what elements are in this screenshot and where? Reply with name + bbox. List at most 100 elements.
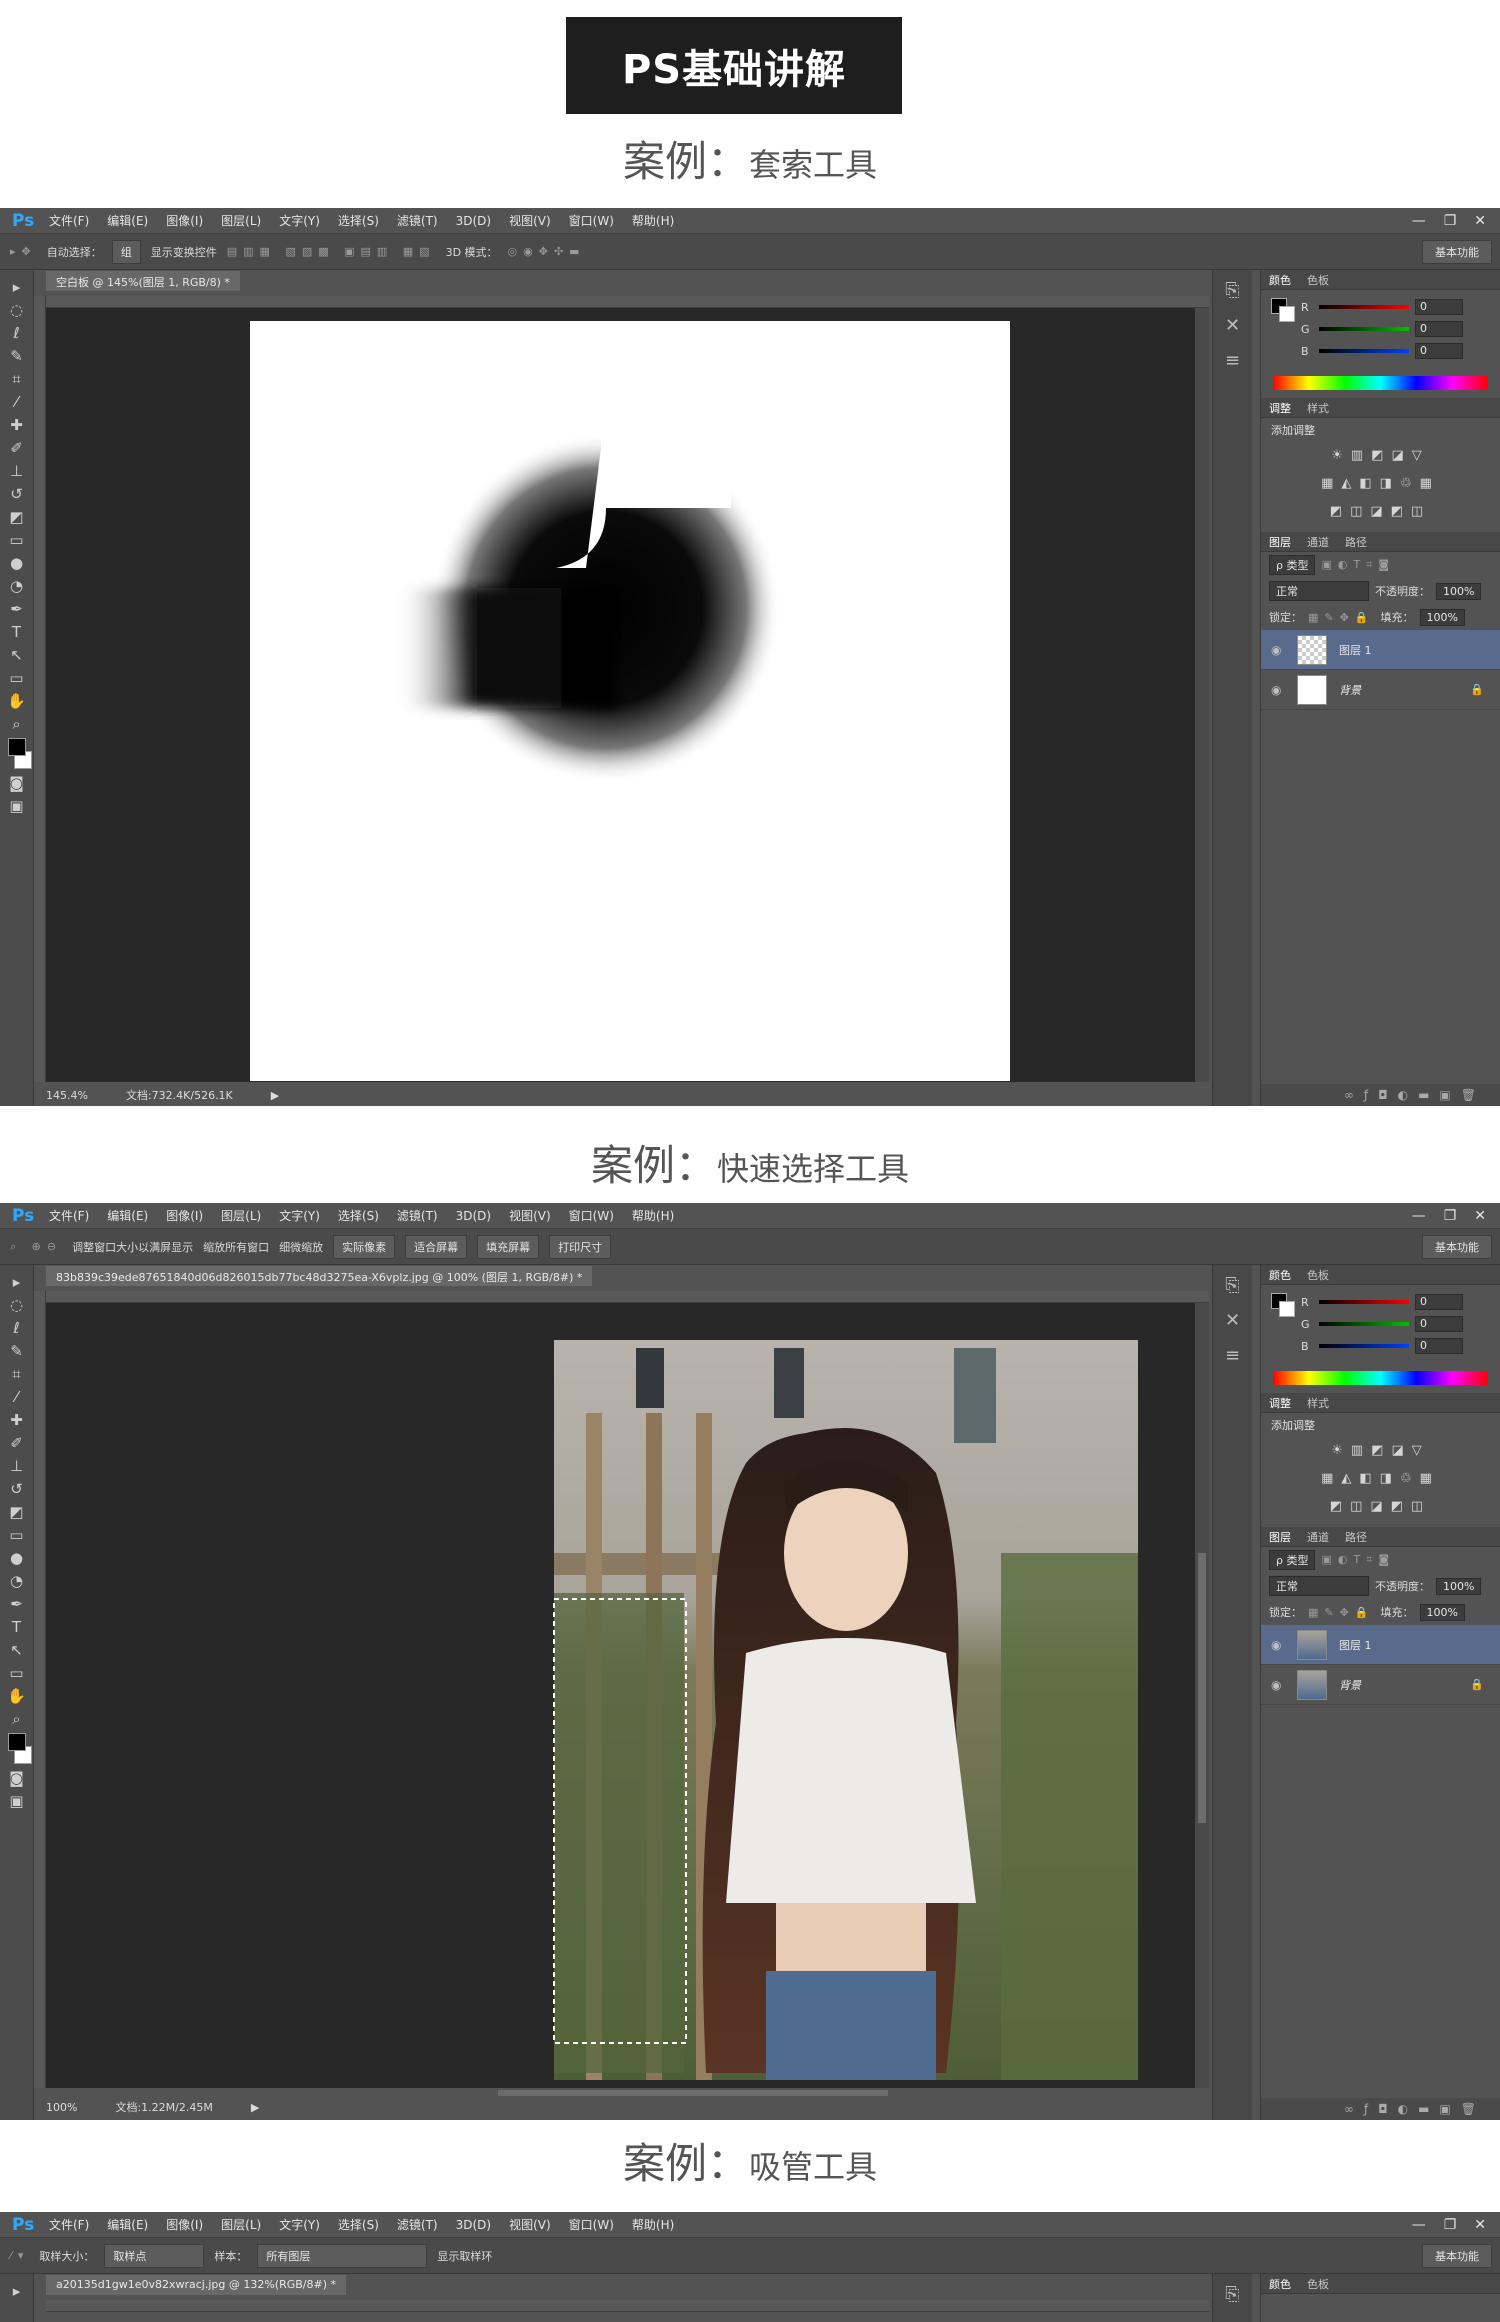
blend-mode-select[interactable]: 正常 [1269,581,1369,601]
path-select-icon[interactable]: ↖ [10,1641,23,1659]
screen-mode-icon[interactable]: ▣ [9,1792,23,1810]
menu-filter[interactable]: 滤镜(T) [388,212,447,229]
restore-button[interactable]: ❐ [1444,213,1457,229]
red-value[interactable]: 0 [1415,1294,1463,1310]
zoom-level[interactable]: 145.4% [46,1089,88,1102]
red-slider[interactable] [1319,1300,1409,1304]
layer-row-background[interactable]: ◉ 背景 🔒 [1261,670,1500,710]
visibility-eye-icon[interactable]: ◉ [1271,1678,1285,1692]
menu-file[interactable]: 文件(F) [40,212,98,229]
history-panel-icon[interactable]: ⎘ [1225,2284,1239,2305]
quick-mask-icon[interactable]: ◙ [9,774,24,792]
lasso-tool-icon[interactable]: ℓ [13,324,19,342]
quick-select-tool-icon[interactable]: ✎ [10,347,23,365]
fill-value[interactable]: 100% [1419,1603,1465,1621]
tab-styles[interactable]: 样式 [1307,1395,1329,1411]
layer-kind-filter[interactable]: ρ 类型 [1269,1550,1316,1570]
blend-mode-select[interactable]: 正常 [1269,1576,1369,1596]
tab-channels[interactable]: 通道 [1307,1529,1329,1545]
menu-type[interactable]: 文字(Y) [270,1207,329,1224]
minimize-button[interactable]: — [1412,213,1426,229]
menu-view[interactable]: 视图(V) [500,212,560,229]
healing-tool-icon[interactable]: ✚ [10,1411,23,1429]
fill-value[interactable]: 100% [1419,608,1465,626]
resize-windows-checkbox[interactable]: 调整窗口大小以满屏显示 [72,1239,193,1255]
tools-preset-icon[interactable]: ✕ [1225,315,1240,336]
3d-mode-icons[interactable]: ◎◉✥✣▬ [508,245,586,258]
minimize-button[interactable]: — [1412,1208,1426,1224]
tab-color[interactable]: 颜色 [1269,2276,1291,2292]
foreground-color-swatch[interactable] [7,1733,26,1751]
pen-tool-icon[interactable]: ✒ [10,1595,23,1613]
move-tool-icon[interactable]: ▸ [13,278,21,296]
menu-view[interactable]: 视图(V) [500,2216,560,2233]
tab-paths[interactable]: 路径 [1345,1529,1367,1545]
history-brush-icon[interactable]: ↺ [10,1480,23,1498]
eyedropper-tool-icon[interactable]: ⁄ [15,393,18,411]
close-button[interactable]: ✕ [1474,213,1486,229]
fit-screen-button[interactable]: 适合屏幕 [405,1234,468,1259]
print-size-button[interactable]: 打印尺寸 [549,1234,612,1259]
hand-tool-icon[interactable]: ✋ [7,692,26,710]
blue-slider[interactable] [1319,349,1409,353]
layer-filter-icons[interactable]: ▣◐T⌗◙ [1321,1553,1395,1567]
tab-adjustments[interactable]: 调整 [1269,400,1291,416]
menu-file[interactable]: 文件(F) [40,2216,98,2233]
tab-adjustments[interactable]: 调整 [1269,1395,1291,1411]
close-button[interactable]: ✕ [1474,2217,1486,2233]
layer-row-1[interactable]: ◉ 图层 1 [1261,1625,1500,1665]
lasso-tool-icon[interactable]: ℓ [13,1319,19,1337]
menu-3d[interactable]: 3D(D) [447,1209,500,1223]
opacity-value[interactable]: 100% [1436,1577,1482,1595]
menu-window[interactable]: 窗口(W) [560,1207,623,1224]
hand-tool-icon[interactable]: ✋ [7,1687,26,1705]
adjustment-icons[interactable]: ☀▥◩◪▽ ▦◭◧◨♲▦ ◩◫◪◩◫ [1261,442,1500,526]
layer-row-1[interactable]: ◉ 图层 1 [1261,630,1500,670]
layers-panel-actions[interactable]: ∞ƒ◘◐▬▣🗑 [1261,1084,1500,1106]
blue-value[interactable]: 0 [1415,1338,1463,1354]
zoom-tool-icon[interactable]: ⌕ ⊕⊖ [10,1240,62,1254]
shape-tool-icon[interactable]: ▭ [9,1664,23,1682]
quick-mask-icon[interactable]: ◙ [9,1769,24,1787]
sample-dropdown[interactable]: 所有图层 [257,2243,428,2268]
lock-icons[interactable]: ▦✎✥🔒 [1308,1606,1375,1619]
dodge-tool-icon[interactable]: ◔ [10,577,23,595]
layer-kind-filter[interactable]: ρ 类型 [1269,555,1316,575]
menu-edit[interactable]: 编辑(E) [98,1207,157,1224]
dodge-tool-icon[interactable]: ◔ [10,1572,23,1590]
history-panel-icon[interactable]: ⎘ [1225,1275,1239,1296]
status-arrow-icon[interactable]: ▶ [271,1089,279,1102]
menu-select[interactable]: 选择(S) [329,2216,388,2233]
screen-mode-icon[interactable]: ▣ [9,797,23,815]
menu-3d[interactable]: 3D(D) [447,2218,500,2232]
type-tool-icon[interactable]: T [12,623,21,641]
bg-swatch[interactable] [1279,306,1295,322]
close-button[interactable]: ✕ [1474,1208,1486,1224]
menu-3d[interactable]: 3D(D) [447,214,500,228]
menu-type[interactable]: 文字(Y) [270,212,329,229]
menu-help[interactable]: 帮助(H) [623,1207,683,1224]
layer-row-background[interactable]: ◉ 背景 🔒 [1261,1665,1500,1705]
menu-layer[interactable]: 图层(L) [212,2216,270,2233]
tab-channels[interactable]: 通道 [1307,534,1329,550]
pen-tool-icon[interactable]: ✒ [10,600,23,618]
stamp-tool-icon[interactable]: ⊥ [10,1457,23,1475]
menu-edit[interactable]: 编辑(E) [98,212,157,229]
path-select-icon[interactable]: ↖ [10,646,23,664]
type-tool-icon[interactable]: T [12,1618,21,1636]
move-tool-icon[interactable]: ▸ [13,2282,21,2300]
menu-file[interactable]: 文件(F) [40,1207,98,1224]
menu-edit[interactable]: 编辑(E) [98,2216,157,2233]
document-tab[interactable]: 83b839c39ede87651840d06d826015db77bc48d3… [46,1266,593,1286]
blur-tool-icon[interactable]: ● [10,554,23,572]
adjustment-icons[interactable]: ☀▥◩◪▽ ▦◭◧◨♲▦ ◩◫◪◩◫ [1261,1437,1500,1521]
visibility-eye-icon[interactable]: ◉ [1271,1638,1285,1652]
green-value[interactable]: 0 [1415,1316,1463,1332]
tab-swatches[interactable]: 色板 [1307,272,1329,288]
lock-icons[interactable]: ▦✎✥🔒 [1308,611,1375,624]
blue-slider[interactable] [1319,1344,1409,1348]
tools-preset-icon[interactable]: ✕ [1225,1310,1240,1331]
gradient-tool-icon[interactable]: ▭ [9,1526,23,1544]
align-icons[interactable]: ▤▥▦ ▧▨▩ ▣▤▥ ▦▧ [227,245,436,258]
sample-size-dropdown[interactable]: 取样点 [104,2243,205,2268]
